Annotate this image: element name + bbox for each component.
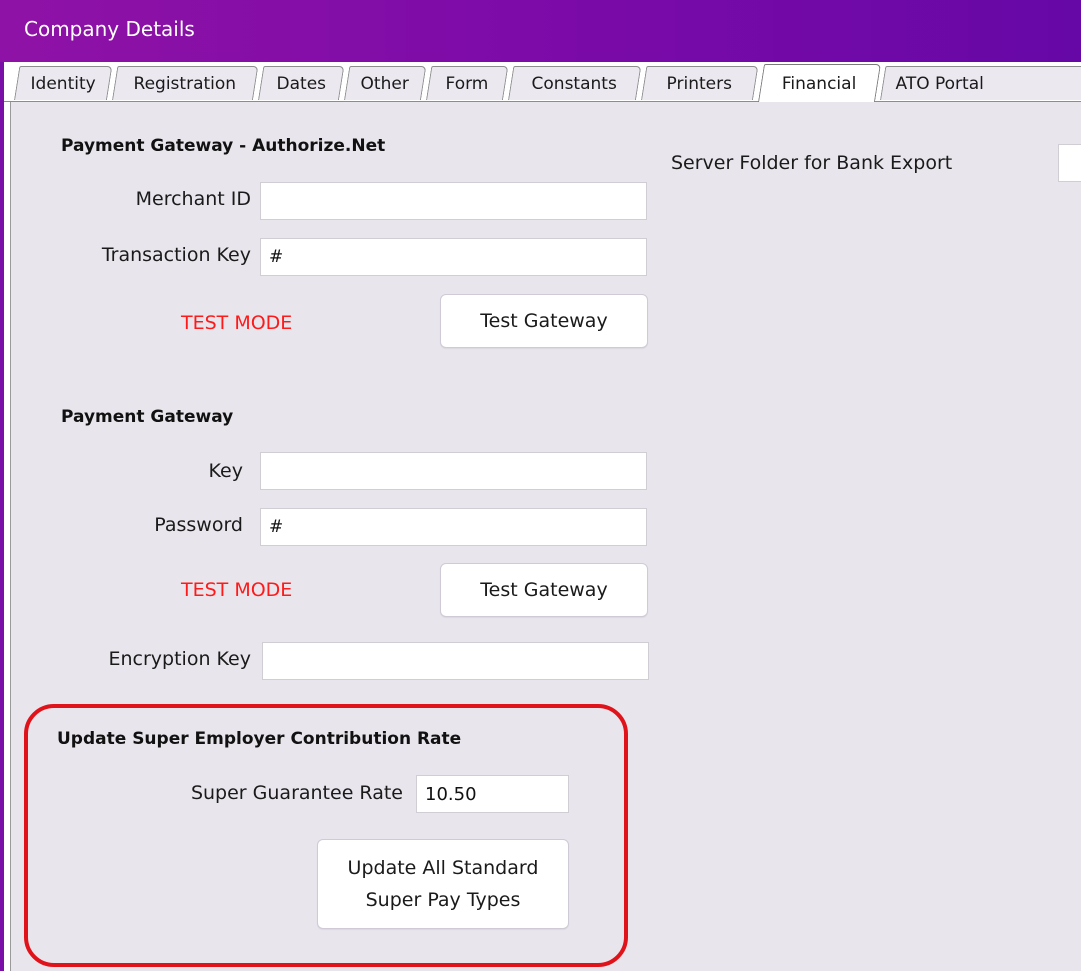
authorize-net-test-mode-label: TEST MODE (181, 312, 293, 334)
key-input[interactable] (260, 452, 647, 490)
tab-other[interactable]: Other (344, 66, 427, 100)
payment-gateway-section-title: Payment Gateway (61, 407, 234, 427)
bank-export-folder-label: Server Folder for Bank Export (671, 152, 953, 174)
merchant-id-label: Merchant ID (135, 188, 251, 210)
password-label: Password (154, 514, 243, 536)
authorize-net-test-gateway-button[interactable]: Test Gateway (440, 294, 648, 348)
encryption-key-input[interactable] (262, 642, 649, 680)
tab-financial[interactable]: Financial (758, 64, 882, 102)
tab-ato-portal[interactable]: ATO Portal (880, 66, 1081, 100)
transaction-key-label: Transaction Key (101, 244, 251, 266)
tab-identity[interactable]: Identity (14, 66, 113, 100)
merchant-id-input[interactable] (260, 182, 647, 220)
tab-constants[interactable]: Constants (508, 66, 642, 100)
tab-registration[interactable]: Registration (112, 66, 259, 100)
payment-gateway-test-mode-label: TEST MODE (181, 579, 293, 601)
highlight-annotation (24, 704, 628, 967)
bank-export-folder-input[interactable] (1058, 144, 1081, 182)
tab-printers[interactable]: Printers (641, 66, 759, 100)
window-title: Company Details (24, 17, 195, 41)
authorize-net-section-title: Payment Gateway - Authorize.Net (61, 136, 386, 156)
payment-gateway-test-gateway-button[interactable]: Test Gateway (440, 563, 648, 617)
title-bar: Company Details (0, 0, 1081, 62)
tab-dates[interactable]: Dates (258, 66, 345, 100)
key-label: Key (208, 460, 243, 482)
encryption-key-label: Encryption Key (108, 648, 252, 670)
transaction-key-input[interactable] (260, 238, 647, 276)
password-input[interactable] (260, 508, 647, 546)
tab-strip: Identity Registration Dates Other Form C… (4, 62, 1081, 102)
tab-form[interactable]: Form (426, 66, 509, 100)
